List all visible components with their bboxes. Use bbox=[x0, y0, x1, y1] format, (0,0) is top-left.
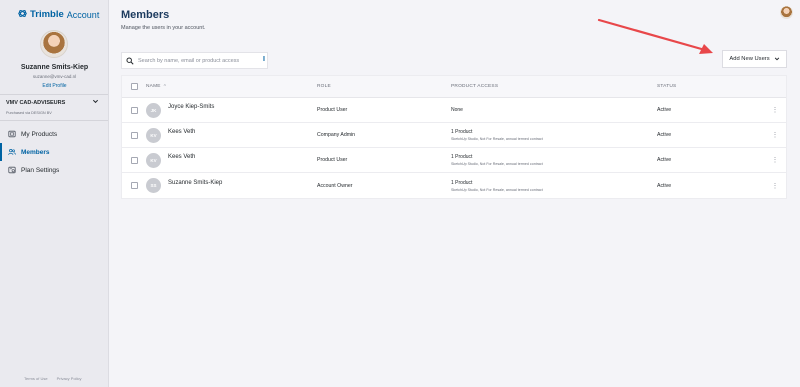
table-row[interactable]: KV Kees Veth Product User 1 Product Sketch… bbox=[122, 148, 786, 173]
annotation-arrow-icon bbox=[597, 18, 713, 54]
sidebar-item-label: Plan Settings bbox=[21, 166, 60, 174]
trimble-globe-icon bbox=[18, 9, 27, 20]
avatar: KV bbox=[146, 152, 161, 168]
column-header-name[interactable]: NAME ^ bbox=[146, 84, 317, 90]
table-row[interactable]: JK Joyce Kiep-Smits Product User None Act… bbox=[122, 98, 786, 123]
status-badge: Active bbox=[657, 132, 672, 138]
row-checkbox[interactable] bbox=[130, 131, 138, 139]
status-badge: Active bbox=[657, 182, 672, 189]
products-icon bbox=[8, 130, 16, 138]
org-purchase-info: Purchased via DESIGN BV bbox=[6, 111, 52, 115]
divider bbox=[0, 120, 108, 121]
table-row[interactable]: KV Kees Veth Company Admin 1 Product Sketc… bbox=[122, 123, 786, 148]
status-badge: Active bbox=[657, 157, 672, 163]
member-role: Account Owner bbox=[317, 182, 353, 189]
avatar: JK bbox=[146, 102, 161, 118]
member-role: Product User bbox=[317, 107, 348, 113]
org-name: VMV CAD-ADVISEURS bbox=[6, 100, 66, 106]
row-menu-icon[interactable]: ⋮ bbox=[765, 182, 785, 190]
member-name[interactable]: Kees Veth bbox=[168, 129, 195, 135]
avatar[interactable] bbox=[40, 30, 68, 58]
row-menu-icon[interactable]: ⋮ bbox=[765, 131, 785, 139]
divider bbox=[0, 94, 108, 95]
product-access-detail: SketchUp Studio, Not For Resale, annual … bbox=[451, 187, 543, 192]
row-checkbox[interactable] bbox=[130, 106, 138, 114]
product-access: 1 Product bbox=[451, 129, 473, 135]
user-name: Suzanne Smits-Kiep bbox=[20, 64, 89, 71]
column-header-status: STATUS bbox=[657, 84, 677, 89]
avatar: SS bbox=[146, 178, 161, 193]
brand-name: Trimble bbox=[30, 9, 64, 20]
sort-ascending-icon: ^ bbox=[163, 83, 167, 90]
page-title: Members bbox=[121, 9, 170, 21]
avatar: KV bbox=[146, 127, 161, 143]
member-role: Company Admin bbox=[317, 132, 356, 138]
search-box[interactable]: I bbox=[121, 52, 268, 69]
add-new-users-label: Add New Users bbox=[729, 56, 770, 62]
sidebar-item-label: My Products bbox=[21, 130, 58, 138]
product-access: None bbox=[451, 107, 463, 113]
member-name[interactable]: Kees Veth bbox=[168, 154, 195, 160]
table-header: NAME ^ ROLE PRODUCT ACCESS STATUS bbox=[122, 76, 786, 98]
add-new-users-button[interactable]: Add New Users bbox=[722, 50, 787, 68]
product-access: 1 Product bbox=[451, 154, 473, 160]
table-row[interactable]: SS Suzanne Smits-Kiep Account Owner 1 Pro… bbox=[122, 173, 786, 198]
members-table: NAME ^ ROLE PRODUCT ACCESS STATUS JK Joyce… bbox=[121, 75, 787, 199]
terms-link[interactable]: Terms of Use bbox=[24, 376, 48, 381]
chevron-down-icon[interactable] bbox=[92, 98, 99, 107]
row-checkbox[interactable] bbox=[130, 182, 138, 189]
privacy-link[interactable]: Privacy Policy bbox=[57, 376, 82, 381]
footer-links: Terms of Use Privacy Policy bbox=[24, 376, 81, 381]
column-header-product-access: PRODUCT ACCESS bbox=[451, 84, 499, 89]
settings-icon bbox=[8, 166, 16, 174]
sidebar-item-plan-settings[interactable]: Plan Settings bbox=[0, 161, 108, 179]
member-role: Product User bbox=[317, 157, 348, 163]
row-checkbox[interactable] bbox=[130, 156, 138, 164]
account-label: Account bbox=[66, 9, 100, 20]
search-icon bbox=[126, 56, 134, 65]
member-name[interactable]: Joyce Kiep-Smits bbox=[168, 104, 214, 110]
status-badge: Active bbox=[657, 107, 672, 113]
text-cursor-icon: I bbox=[263, 56, 265, 63]
user-menu-avatar[interactable] bbox=[780, 6, 793, 19]
row-menu-icon[interactable]: ⋮ bbox=[765, 106, 785, 114]
row-menu-icon[interactable]: ⋮ bbox=[765, 156, 785, 164]
sidebar-item-label: Members bbox=[21, 148, 50, 156]
column-header-role: ROLE bbox=[317, 84, 331, 89]
chevron-down-icon bbox=[774, 57, 779, 61]
sidebar-item-members[interactable]: Members bbox=[0, 143, 108, 161]
page-subtitle: Manage the users in your account. bbox=[121, 25, 206, 31]
product-access: 1 Product bbox=[451, 179, 473, 186]
sidebar-item-my-products[interactable]: My Products bbox=[0, 125, 108, 143]
member-name[interactable]: Suzanne Smits-Kiep bbox=[168, 180, 222, 186]
search-input[interactable] bbox=[138, 57, 258, 64]
edit-profile-link[interactable]: Edit Profile bbox=[0, 83, 109, 89]
sidebar: Trimble Account Suzanne Smits-Kiep suzan… bbox=[0, 0, 109, 387]
user-email: suzanne@vmv-cad.nl bbox=[32, 74, 77, 79]
product-access-detail: SketchUp Studio, Not For Resale, annual … bbox=[451, 162, 543, 166]
trimble-logo[interactable]: Trimble Account bbox=[18, 9, 99, 20]
product-access-detail: SketchUp Studio, Not For Resale, annual … bbox=[451, 137, 543, 141]
members-icon bbox=[8, 148, 16, 155]
select-all-checkbox[interactable] bbox=[130, 83, 138, 90]
